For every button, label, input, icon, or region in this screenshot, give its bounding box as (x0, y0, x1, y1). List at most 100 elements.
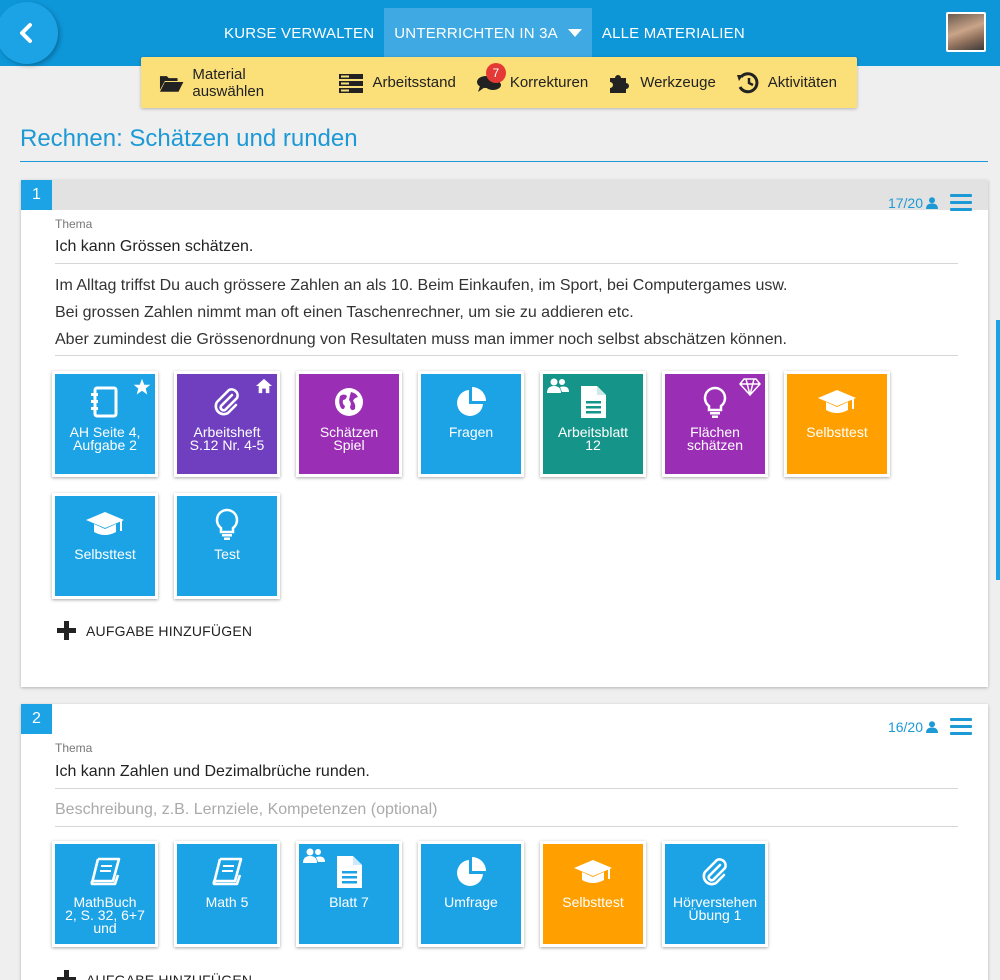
section-2: 2 16/20 Thema Ich kann Zahlen und Dezima… (21, 704, 988, 980)
tool-aktivitaeten[interactable]: Aktivitäten (736, 71, 837, 94)
task-tile[interactable]: Selbsttest (52, 493, 158, 599)
plus-icon (57, 621, 76, 640)
tile-label: Selbsttest (74, 546, 136, 562)
description-line: Im Alltag triffst Du auch grössere Zahle… (55, 277, 788, 294)
notebook-icon (91, 386, 118, 418)
tile-label: Fragen (448, 424, 494, 440)
tool-label: Aktivitäten (767, 74, 837, 91)
tile-label: Umfrage (444, 894, 498, 910)
add-task-label: AUFGABE HINZUFÜGEN (86, 622, 253, 639)
history-icon (736, 71, 759, 93)
tool-label: Werkzeuge (640, 74, 716, 91)
star-icon (133, 378, 151, 395)
task-tile[interactable]: Test (174, 493, 280, 599)
tab-label: ALLE MATERIALIEN (601, 24, 745, 42)
document-icon (337, 856, 362, 888)
tool-korrekturen[interactable]: 7 Korrekturen (476, 62, 589, 93)
task-tile[interactable]: MathBuch 2, S. 32, 6+7 und (52, 841, 158, 947)
thema-label: Thema (55, 741, 93, 755)
tile-label: Arbeitsblatt 12 (557, 424, 629, 453)
group-icon (303, 848, 325, 863)
diamond-icon (739, 378, 761, 397)
tile-label: Hörverstehen Übung 1 (672, 894, 758, 923)
book-icon (90, 857, 121, 886)
avatar[interactable] (946, 12, 986, 52)
document-icon (581, 386, 606, 418)
section-menu-icon[interactable] (950, 718, 972, 739)
section-number: 1 (21, 180, 52, 210)
tool-label: Korrekturen (509, 74, 589, 91)
paperclip-icon (214, 388, 239, 416)
tab-kurse-verwalten[interactable]: KURSE VERWALTEN (214, 8, 384, 58)
description-line: Bei grossen Zahlen nimmt man oft einen T… (55, 304, 634, 321)
thema-field[interactable]: Ich kann Grössen schätzen. (55, 238, 958, 264)
book-icon (212, 857, 243, 886)
back-button[interactable] (0, 2, 58, 64)
task-tile[interactable]: Selbsttest (540, 841, 646, 947)
home-icon (256, 378, 272, 394)
title-divider (20, 161, 988, 162)
task-tile[interactable]: Umfrage (418, 841, 524, 947)
scroll-edge (996, 320, 1000, 580)
user-icon (926, 197, 938, 209)
section-1: 1 17/20 Thema Ich kann Grössen schätzen.… (21, 180, 988, 687)
description-line: Aber zumindest die Grössenordnung von Re… (55, 331, 787, 348)
student-count[interactable]: 16/20 (888, 719, 938, 735)
task-tile[interactable]: Arbeitsheft S.12 Nr. 4-5 (174, 371, 280, 477)
graduation-cap-icon (818, 390, 856, 413)
graduation-cap-icon (86, 512, 124, 535)
tile-label: Test (214, 546, 240, 562)
student-count[interactable]: 17/20 (888, 195, 938, 211)
student-count-value: 16/20 (887, 719, 923, 735)
plus-icon (57, 970, 76, 980)
tool-werkzeuge[interactable]: Werkzeuge (608, 72, 716, 94)
task-tile[interactable]: Arbeitsblatt 12 (540, 371, 646, 477)
tab-label: KURSE VERWALTEN (224, 24, 375, 42)
puzzle-icon (610, 74, 630, 93)
tile-label: Selbsttest (806, 424, 868, 440)
tile-label: Selbsttest (562, 894, 624, 910)
tool-arbeitsstand[interactable]: Arbeitsstand (338, 73, 456, 93)
pie-chart-icon (457, 857, 486, 886)
main-nav: KURSE VERWALTEN UNTERRICHTEN IN 3A ALLE … (214, 8, 755, 58)
server-list-icon (339, 73, 364, 93)
description-input[interactable]: Beschreibung, z.B. Lernziele, Kompetenze… (55, 801, 958, 827)
task-tile[interactable]: Hörverstehen Übung 1 (662, 841, 768, 947)
thema-label: Thema (55, 217, 93, 231)
add-task-label: AUFGABE HINZUFÜGEN (86, 971, 253, 980)
caret-down-icon (567, 29, 582, 37)
description-field[interactable]: Im Alltag triffst Du auch grössere Zahle… (55, 272, 958, 356)
tile-label: Schätzen Spiel (319, 424, 379, 453)
task-tile[interactable]: Selbsttest (784, 371, 890, 477)
lightbulb-icon (703, 386, 727, 418)
chevron-left-icon (20, 23, 32, 43)
group-icon (547, 378, 569, 393)
lightbulb-icon (215, 508, 239, 540)
tile-label: Blatt 7 (329, 894, 369, 910)
task-tile[interactable]: Schätzen Spiel (296, 371, 402, 477)
section-header (21, 180, 988, 210)
user-icon (926, 721, 938, 733)
task-tile[interactable]: Fragen (418, 371, 524, 477)
thema-field[interactable]: Ich kann Zahlen und Dezimalbrüche runden… (55, 763, 958, 789)
add-task-button[interactable]: AUFGABE HINZUFÜGEN (57, 621, 252, 640)
task-tile[interactable]: Flächen schätzen (662, 371, 768, 477)
student-count-value: 17/20 (887, 195, 923, 211)
section-number: 2 (21, 704, 52, 734)
tool-label: Arbeitsstand (372, 74, 456, 91)
page-title: Rechnen: Schätzen und runden (20, 125, 358, 152)
task-tile[interactable]: Blatt 7 (296, 841, 402, 947)
folder-open-icon (159, 75, 184, 92)
task-tile[interactable]: Math 5 (174, 841, 280, 947)
tile-label: AH Seite 4, Aufgabe 2 (69, 424, 141, 453)
task-tile[interactable]: AH Seite 4, Aufgabe 2 (52, 371, 158, 477)
pie-chart-icon (457, 387, 486, 416)
tab-unterrichten[interactable]: UNTERRICHTEN IN 3A (384, 8, 592, 58)
tab-alle-materialien[interactable]: ALLE MATERIALIEN (592, 8, 755, 58)
add-task-button[interactable]: AUFGABE HINZUFÜGEN (57, 970, 252, 980)
section-menu-icon[interactable] (950, 194, 972, 215)
section-header (21, 704, 988, 734)
tile-label: Math 5 (205, 894, 249, 910)
tool-label: Material auswählen (192, 65, 265, 100)
tool-material-auswaehlen[interactable]: Material auswählen (159, 66, 318, 100)
